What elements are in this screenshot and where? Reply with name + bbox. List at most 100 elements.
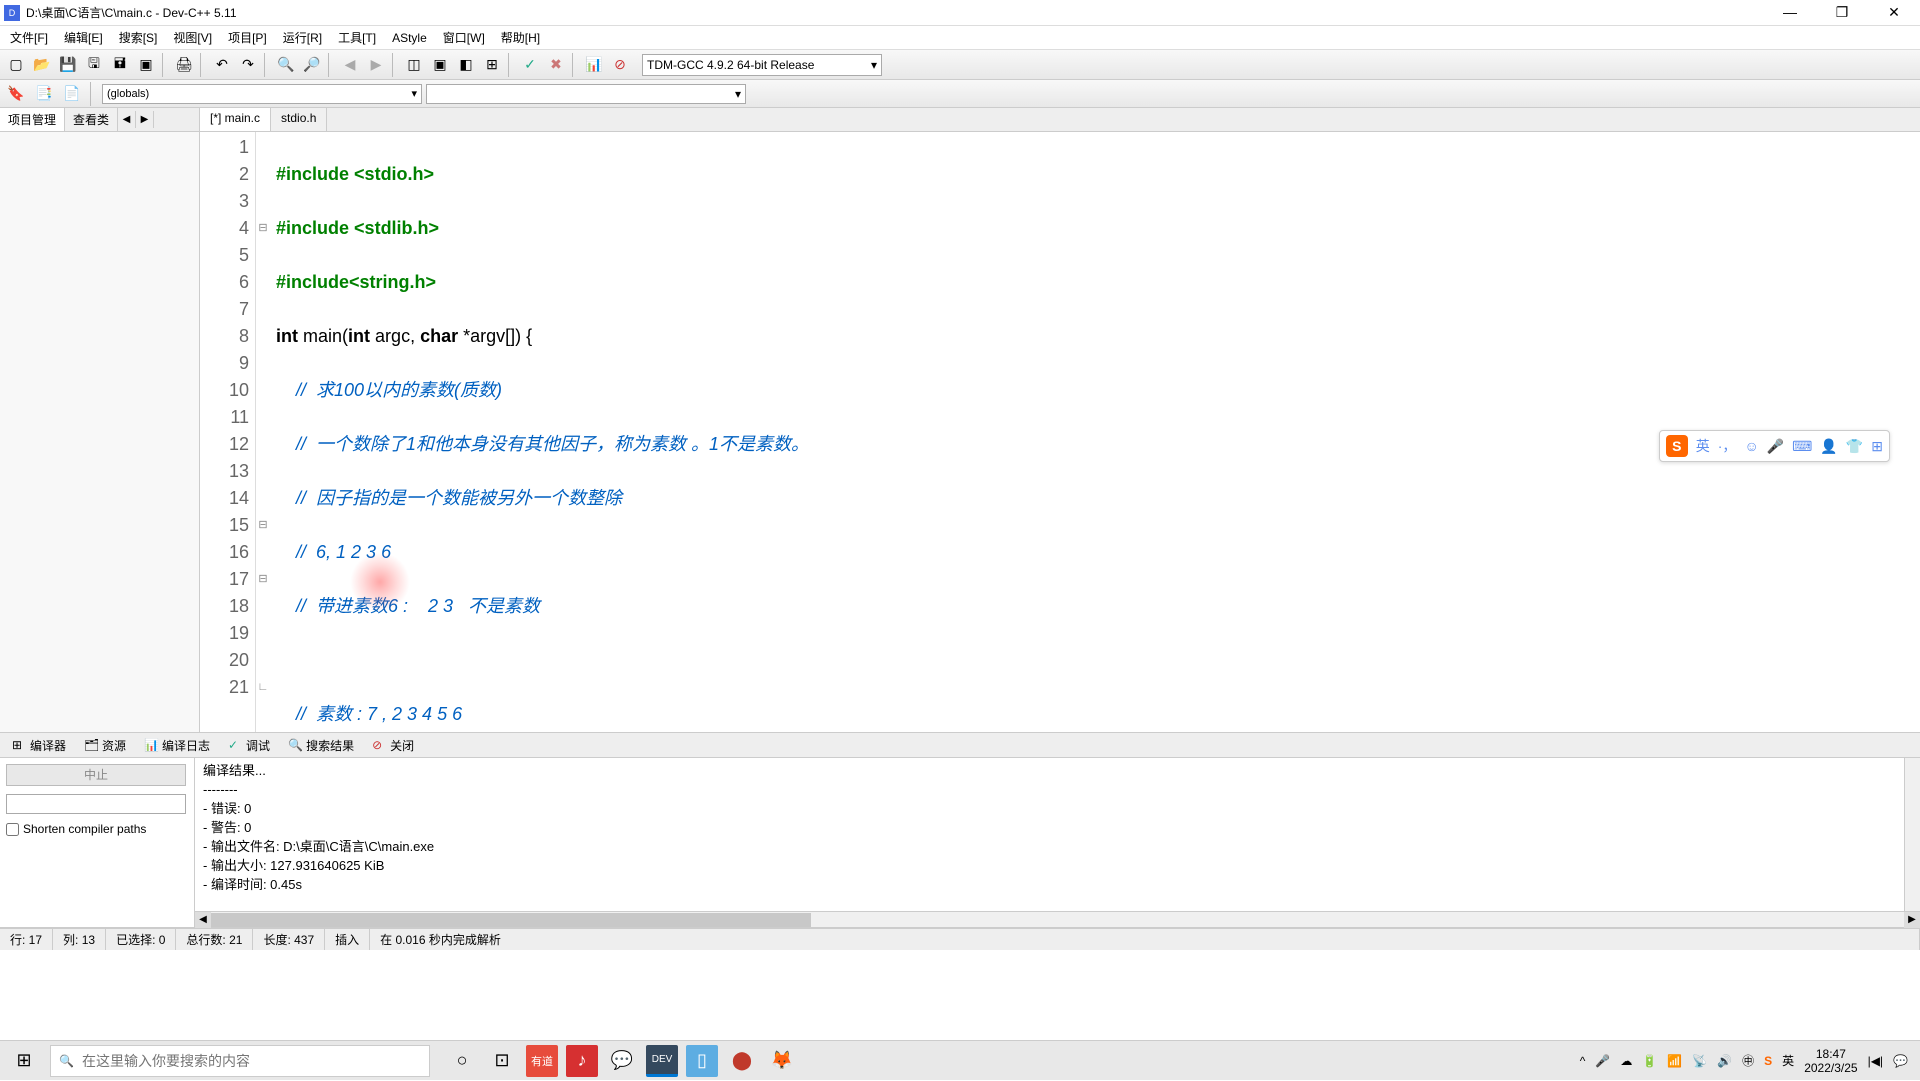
tray-bluetooth-icon[interactable]: 📶 [1667,1054,1682,1068]
taskbar-search-input[interactable] [82,1053,421,1069]
status-length: 长度: 437 [253,929,325,950]
replace-icon[interactable]: 🔎 [300,53,324,77]
btab-close[interactable]: ⊘关闭 [364,735,422,756]
close-icon: ⊘ [372,738,386,752]
compile-run-icon[interactable]: ◧ [454,53,478,77]
ime-lang[interactable]: 英 [1696,436,1710,456]
find-icon[interactable]: 🔍 [274,53,298,77]
output-hscroll[interactable]: ◀▶ [195,911,1920,927]
start-button[interactable]: ⊞ [0,1041,48,1081]
tray-clock[interactable]: 18:47 2022/3/25 [1804,1047,1857,1075]
ime-skin-icon[interactable]: 👕 [1846,438,1863,455]
cortana-icon[interactable]: ○ [446,1045,478,1077]
taskview-icon[interactable]: ⊡ [486,1045,518,1077]
redo-icon[interactable]: ↷ [236,53,260,77]
delete-profile-icon[interactable]: ⊘ [608,53,632,77]
tray-mic-icon[interactable]: 🎤 [1595,1054,1610,1068]
menu-tools[interactable]: 工具[T] [332,27,382,48]
goto-line-icon[interactable]: 📄 [60,82,84,106]
new-file-icon[interactable]: ▢ [4,53,28,77]
tray-volume-icon[interactable]: 🔊 [1717,1054,1732,1068]
menu-file[interactable]: 文件[F] [4,27,54,48]
close-file-icon[interactable]: ▣ [134,53,158,77]
firefox-icon[interactable]: 🦊 [766,1045,798,1077]
minimize-button[interactable]: — [1776,4,1804,21]
open-icon[interactable]: 📂 [30,53,54,77]
menu-astyle[interactable]: AStyle [386,29,433,47]
scope-select[interactable]: (globals) ▾ [102,84,422,104]
ime-account-icon[interactable]: 👤 [1820,438,1837,455]
btab-compiler[interactable]: ⊞编译器 [4,735,74,756]
toggle-bookmark-icon[interactable]: 📑 [32,82,56,106]
tray-onedrive-icon[interactable]: ☁ [1620,1054,1632,1068]
tray-sogou-icon[interactable]: S [1764,1054,1772,1068]
filter-input[interactable] [6,794,186,814]
sidebar-nav-left[interactable]: ◀ [118,111,136,128]
shorten-paths-checkbox[interactable]: Shorten compiler paths [6,822,188,836]
compile-output[interactable]: 编译结果... -------- - 错误: 0 - 警告: 0 - 输出文件名… [195,758,1920,908]
netease-music-icon[interactable]: ♪ [566,1045,598,1077]
tray-notifications-icon[interactable]: 💬 [1893,1054,1908,1068]
menu-view[interactable]: 视图[V] [167,27,218,48]
nav-fwd-icon[interactable]: ▶ [364,53,388,77]
taskbar-search[interactable]: 🔍 [50,1045,430,1077]
wechat-icon[interactable]: 💬 [606,1045,638,1077]
function-select[interactable]: ▾ [426,84,746,104]
status-total: 总行数: 21 [176,929,253,950]
ime-toolbar[interactable]: S 英 ·， ☺ 🎤 ⌨ 👤 👕 ⊞ [1659,430,1890,462]
rebuild-icon[interactable]: ⊞ [480,53,504,77]
menu-edit[interactable]: 编辑[E] [58,27,109,48]
tray-ime-icon[interactable]: ㊥ [1742,1052,1754,1069]
ime-emoji-icon[interactable]: ☺ [1744,438,1758,454]
editor-tabs: [*] main.c stdio.h [200,108,1920,132]
menu-help[interactable]: 帮助[H] [495,27,546,48]
run-icon[interactable]: ▣ [428,53,452,77]
save-as-icon[interactable]: 🖬 [108,53,132,77]
app-icon: D [4,5,20,21]
tray-chevron-icon[interactable]: ^ [1580,1054,1586,1068]
tray-battery-icon[interactable]: 🔋 [1642,1054,1657,1068]
goto-bookmark-icon[interactable]: 🔖 [4,82,28,106]
devcpp-taskbar-icon[interactable]: DEV [646,1045,678,1077]
tray-lang-icon[interactable]: 英 [1782,1052,1794,1069]
output-vscroll[interactable] [1904,758,1920,911]
scope-select-value: (globals) [107,88,149,100]
abort-button[interactable]: 中止 [6,764,186,786]
bottom-tabs: ⊞编译器 🗂资源 📊编译日志 ✓调试 🔍搜索结果 ⊘关闭 [0,732,1920,758]
ime-keyboard-icon[interactable]: ⌨ [1792,438,1812,455]
profile-icon[interactable]: 📊 [582,53,606,77]
ime-punct-icon[interactable]: ·， [1718,436,1737,456]
btab-compile-log[interactable]: 📊编译日志 [136,735,218,756]
print-icon[interactable]: 🖨 [172,53,196,77]
btab-resources[interactable]: 🗂资源 [76,735,134,756]
menu-search[interactable]: 搜索[S] [113,27,164,48]
record-icon[interactable]: ⬤ [726,1045,758,1077]
sidebar-tab-project[interactable]: 项目管理 [0,108,65,131]
save-icon[interactable]: 💾 [56,53,80,77]
menu-project[interactable]: 项目[P] [222,27,273,48]
btab-debug[interactable]: ✓调试 [220,735,278,756]
app-icon-2[interactable]: ▯ [686,1045,718,1077]
compile-icon[interactable]: ◫ [402,53,426,77]
status-parse: 在 0.016 秒内完成解析 [370,929,1920,950]
btab-search-results[interactable]: 🔍搜索结果 [280,735,362,756]
maximize-button[interactable]: ❐ [1828,4,1856,21]
youdao-icon[interactable]: 有道 [526,1045,558,1077]
ime-toolbox-icon[interactable]: ⊞ [1871,438,1883,455]
stop-icon[interactable]: ✖ [544,53,568,77]
save-all-icon[interactable]: 🖫 [82,53,106,77]
editor-tab-main[interactable]: [*] main.c [200,108,271,131]
menu-window[interactable]: 窗口[W] [437,27,491,48]
tray-wifi-icon[interactable]: 📡 [1692,1054,1707,1068]
ime-voice-icon[interactable]: 🎤 [1767,438,1784,455]
undo-icon[interactable]: ↶ [210,53,234,77]
menu-run[interactable]: 运行[R] [277,27,328,48]
close-button[interactable]: ✕ [1880,4,1908,21]
tray-app-icon[interactable]: |◀| [1868,1054,1883,1068]
debug-icon[interactable]: ✓ [518,53,542,77]
sidebar-tab-classes[interactable]: 查看类 [65,108,118,131]
compiler-select[interactable]: TDM-GCC 4.9.2 64-bit Release ▾ [642,54,882,76]
editor-tab-stdio[interactable]: stdio.h [271,108,327,131]
nav-back-icon[interactable]: ◀ [338,53,362,77]
sidebar-nav-right[interactable]: ▶ [136,111,154,128]
